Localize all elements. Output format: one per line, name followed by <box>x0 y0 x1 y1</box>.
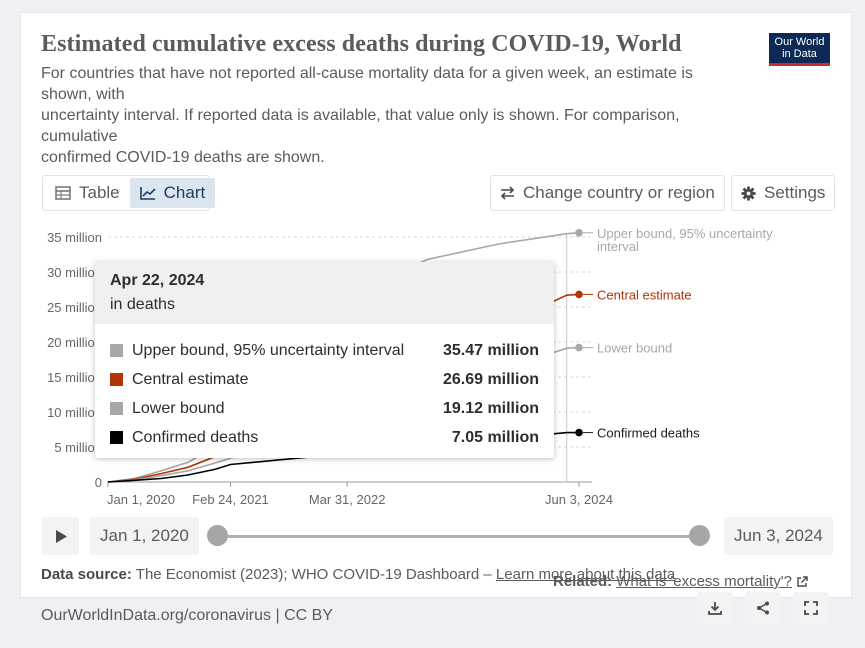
y-tick-label: 35 million <box>47 230 102 245</box>
y-tick-label: 20 million <box>47 335 102 350</box>
y-tick-label: 30 million <box>47 265 102 280</box>
fullscreen-button[interactable] <box>793 592 829 624</box>
source-label: Data source: <box>41 566 132 583</box>
tooltip-row-label: Confirmed deaths <box>132 428 259 446</box>
series-end-label: Confirmed deaths <box>597 426 700 441</box>
tooltip-row-value: 7.05 million <box>451 428 539 446</box>
timeline-start-handle[interactable] <box>207 525 228 546</box>
tooltip-row-label: Central estimate <box>132 370 249 388</box>
tooltip-row: Lower bound 19.12 million <box>110 394 539 423</box>
series-end-label: Lower bound <box>597 341 672 356</box>
timeline-track[interactable] <box>218 535 700 538</box>
related-article: Related: What is 'excess mortality'? <box>553 573 808 590</box>
share-icon <box>757 601 769 615</box>
series-end-point <box>575 343 583 352</box>
tooltip-row: Upper bound, 95% uncertainty interval 35… <box>110 336 539 365</box>
related-link[interactable]: What is 'excess mortality'? <box>616 573 792 590</box>
timeline-end-handle[interactable] <box>689 525 710 546</box>
legend-swatch <box>110 402 123 415</box>
y-tick-label: 10 million <box>47 405 102 420</box>
y-tick-label: 0 <box>95 475 102 490</box>
tooltip-row-value: 19.12 million <box>442 399 539 417</box>
owid-url: OurWorldInData.org/coronavirus | CC BY <box>41 607 333 624</box>
series-end-point <box>575 290 583 299</box>
timeline-end-date[interactable]: Jun 3, 2024 <box>724 517 833 555</box>
tooltip-row-value: 35.47 million <box>442 341 539 359</box>
legend-swatch <box>110 344 123 357</box>
y-tick-label: 25 million <box>47 300 102 315</box>
series-end-label: interval <box>597 239 639 254</box>
series-end-point <box>575 229 583 237</box>
source-text: The Economist (2023); WHO COVID-19 Dashb… <box>135 566 496 583</box>
x-tick-label: Feb 24, 2021 <box>192 492 269 507</box>
tooltip-rows: Upper bound, 95% uncertainty interval 35… <box>95 324 554 452</box>
play-icon <box>55 529 67 543</box>
series-end-label: Central estimate <box>597 287 692 302</box>
tooltip-unit: in deaths <box>110 296 175 313</box>
external-link-icon <box>797 575 808 587</box>
tooltip-row: Confirmed deaths 7.05 million <box>110 423 539 452</box>
legend-swatch <box>110 431 123 444</box>
x-tick-label: Mar 31, 2022 <box>309 492 386 507</box>
timeline-start-date[interactable]: Jan 1, 2020 <box>90 517 199 555</box>
related-label: Related: <box>553 573 613 590</box>
tooltip-row-label: Lower bound <box>132 399 225 417</box>
tooltip-row-value: 26.69 million <box>442 370 539 388</box>
tooltip-date: Apr 22, 2024 <box>110 272 205 289</box>
series-end-point <box>575 428 583 437</box>
download-button[interactable] <box>697 592 733 624</box>
share-button[interactable] <box>745 592 781 624</box>
y-tick-label: 15 million <box>47 370 102 385</box>
fullscreen-icon <box>804 601 818 615</box>
hover-tooltip: Apr 22, 2024 in deaths Upper bound, 95% … <box>95 262 554 458</box>
tooltip-row-label: Upper bound, 95% uncertainty interval <box>132 341 405 359</box>
play-button[interactable] <box>42 517 79 555</box>
tooltip-row: Central estimate 26.69 million <box>110 365 539 394</box>
x-tick-label: Jan 1, 2020 <box>107 492 175 507</box>
tooltip-header: Apr 22, 2024 in deaths <box>95 262 554 324</box>
x-tick-label: Jun 3, 2024 <box>545 492 613 507</box>
download-icon <box>708 602 722 615</box>
legend-swatch <box>110 373 123 386</box>
